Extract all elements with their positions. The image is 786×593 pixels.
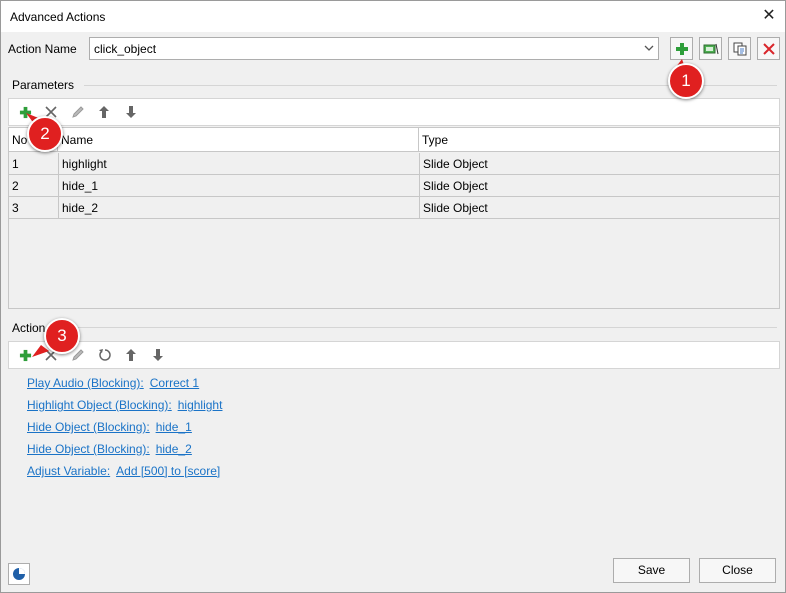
close-button[interactable]: Close	[699, 558, 776, 583]
callout-pointers	[26, 59, 686, 357]
advanced-actions-dialog: Advanced Actions ✕ Action Name click_obj…	[0, 0, 786, 593]
save-button[interactable]: Save	[613, 558, 690, 583]
pie-chart-icon[interactable]	[8, 563, 30, 585]
callout-pointer-3	[32, 345, 49, 357]
callout-badge-1: 1	[668, 63, 704, 99]
callout-badge-3: 3	[44, 318, 80, 354]
callout-badge-2: 2	[27, 116, 63, 152]
